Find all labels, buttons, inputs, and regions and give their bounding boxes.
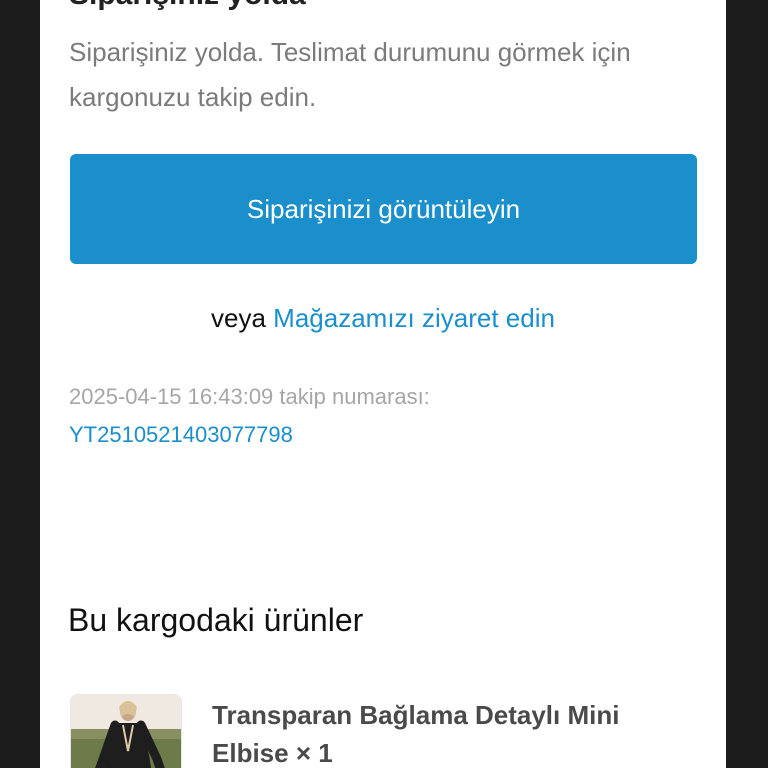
page-title: Siparişiniz yolda — [69, 0, 306, 12]
or-label: veya — [211, 303, 266, 333]
email-content-sheet: Siparişiniz yolda Siparişiniz yolda. Tes… — [40, 0, 726, 768]
shipment-items-title: Bu kargodaki ürünler — [68, 602, 364, 638]
view-order-button[interactable]: Siparişinizi görüntüleyin — [70, 154, 697, 264]
dress-photo-icon — [71, 695, 181, 768]
alternative-action-row: veya Mağazamızı ziyaret edin — [40, 303, 726, 334]
visit-store-link[interactable]: Mağazamızı ziyaret edin — [273, 303, 555, 333]
product-name[interactable]: Transparan Bağlama Detaylı Mini Elbise ×… — [212, 696, 692, 768]
tracking-date-label: 2025-04-15 16:43:09 takip numarası: — [69, 384, 430, 409]
tracking-number-link[interactable]: YT2510521403077798 — [69, 416, 430, 454]
tracking-info: 2025-04-15 16:43:09 takip numarası: YT25… — [69, 378, 430, 454]
product-image[interactable] — [70, 694, 182, 768]
order-status-text: Siparişiniz yolda. Teslimat durumunu gör… — [69, 37, 631, 112]
